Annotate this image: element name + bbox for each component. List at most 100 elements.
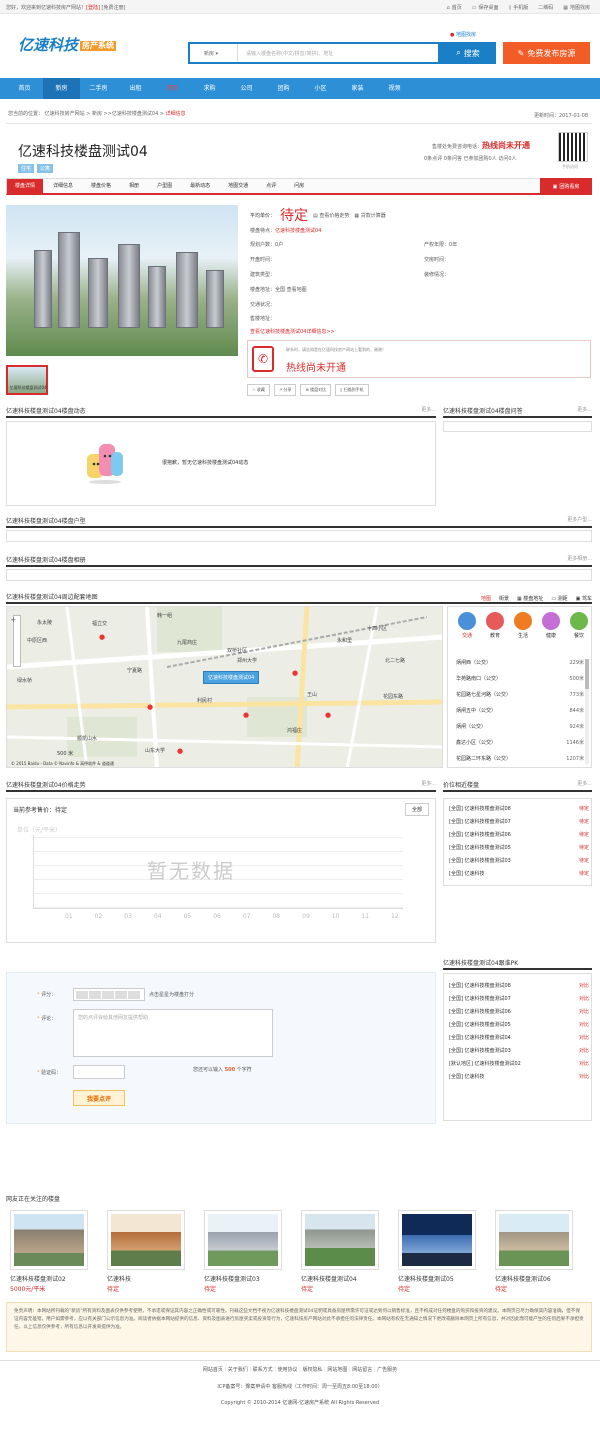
property-main-photo[interactable] [6,205,238,356]
footer-link[interactable]: 广告服务 [377,1367,397,1373]
streetview-tab[interactable]: 街景 [499,595,509,602]
nav-second-hand[interactable]: 二手房 [80,78,117,99]
tab-info[interactable]: 详细信息 [45,179,81,194]
bus-stop-item[interactable]: 炳闸五中（公交） 844米 [456,707,584,714]
footer-link[interactable]: 使用协议 [278,1367,298,1373]
nav-group-buy[interactable]: 团购 [265,78,302,99]
footer-link[interactable]: 网站首页 [203,1367,223,1373]
watch-card[interactable]: 亿速科技楼盘测试03 待定 [204,1210,282,1293]
list-item[interactable]: [全国] 亿速科技楼盘测试05 对比 [449,1021,589,1028]
poi-life[interactable]: 生活 [512,612,534,639]
save-desktop-link[interactable]: ▭ 保存桌面 [472,4,499,12]
map-canvas[interactable]: ✛ 福立交 永太陵 韩一组 中原区西 双桥社区 九尾商庄 绿水桥 永和里 北二七… [6,606,443,768]
list-item[interactable]: [全国] 亿速科技 对比 [449,1073,589,1080]
address-row[interactable]: 楼盘地址：全国 查看地图 [250,286,307,293]
poi-education[interactable]: 教育 [484,612,506,639]
map-pin-icon[interactable]: ● [325,711,331,719]
nav-news[interactable]: 资讯 [154,78,191,99]
list-item[interactable]: [全国] 亿速科技楼盘测试08 对比 [449,982,589,989]
more-link[interactable]: 更多... [421,406,436,413]
more-link[interactable]: 更多... [421,780,436,787]
nav-buy[interactable]: 求购 [191,78,228,99]
map-pin-icon[interactable]: ● [292,669,298,677]
share-button[interactable]: ↗ 分享 [273,384,297,396]
tab-album[interactable]: 相册 [121,179,147,194]
watch-card[interactable]: 亿速科技楼盘测试06 待定 [495,1210,573,1293]
footer-link[interactable]: 网站留言 [352,1367,372,1373]
home-link[interactable]: ⌂ 首页 [447,4,462,12]
tab-price[interactable]: 楼盘价格 [83,179,119,194]
map-pin-icon[interactable]: ● [99,633,105,641]
compare-button[interactable]: ⊕ 楼盘对比 [300,384,332,396]
mobile-link[interactable]: ▯ 手机版 [508,4,528,12]
more-album-link[interactable]: 更多相册... [567,555,592,562]
watch-card[interactable]: 亿速科技 待定 [107,1210,185,1293]
tab-detail[interactable]: 楼盘详情 [7,178,44,194]
list-item[interactable]: [全国] 亿速科技楼盘测试07 对比 [449,995,589,1002]
list-item[interactable]: [全国] 亿速科技楼盘测试08 待定 [449,805,589,812]
all-range-button[interactable]: 全部 [404,803,429,816]
footer-link[interactable]: 版权隐私 [302,1367,322,1373]
nav-rent[interactable]: 出租 [117,78,154,99]
map-find-header-link[interactable]: ● 地图找房 [450,31,476,38]
bus-stop-item[interactable]: 花园路七星河路（公交） 773米 [456,691,584,698]
search-type-select[interactable]: 新房 ▾ [190,44,238,62]
list-item[interactable]: [全国] 亿速科技楼盘测试06 对比 [449,1008,589,1015]
scrollbar[interactable] [585,659,589,764]
review-textarea[interactable]: 您的点评会给其他网友提供帮助 [73,1009,273,1057]
drive-tab[interactable]: ▣ 驾车 [576,595,592,602]
list-item[interactable]: [全国] 亿速科技楼盘测试05 待定 [449,844,589,851]
more-layout-link[interactable]: 更多户型... [567,516,592,523]
tab-layout[interactable]: 户型图 [149,179,180,194]
map-pin-icon[interactable]: ● [147,703,153,711]
scan-to-phone-button[interactable]: ▯ 扫描到手机 [335,384,369,396]
search-button[interactable]: ⌕ 搜索 [440,42,496,64]
more-link[interactable]: 更多... [577,406,592,413]
nav-company[interactable]: 公司 [228,78,265,99]
bus-stop-item[interactable]: 鑫达小区（公交） 1146米 [456,739,584,746]
map-find-link[interactable]: ▦ 地图找房 [563,4,590,12]
tab-map[interactable]: 地图交通 [220,179,256,194]
site-logo[interactable]: 亿速科技 房产系统 [18,34,117,55]
footer-link[interactable]: 关于我们 [228,1367,248,1373]
nav-decoration[interactable]: 家装 [339,78,376,99]
favorite-button[interactable]: ☆ 收藏 [247,384,270,396]
list-item[interactable]: [全国] 亿速科技楼盘测试07 待定 [449,818,589,825]
bus-stop-item[interactable]: 炳闸西（公交） 229米 [456,659,584,666]
pan-icon[interactable]: ✛ [11,617,16,624]
tab-news[interactable]: 最新动态 [182,179,218,194]
nav-new-house[interactable]: 新房 [43,78,80,99]
more-link[interactable]: 更多... [577,780,592,787]
login-link[interactable]: [登陆] [86,5,100,11]
map-pin-icon[interactable]: ● [177,747,183,755]
list-item[interactable]: [全国] 亿速科技 待定 [449,870,589,877]
publish-listing-button[interactable]: ✎ 免费发布房源 [503,42,590,64]
qrcode-link[interactable]: 二维码 [538,4,553,11]
group-visit-button[interactable]: ▣ 团购看房 [540,178,592,195]
list-item[interactable]: [全国] 亿速科技楼盘测试03 待定 [449,857,589,864]
property-map-marker[interactable]: 亿速科技楼盘测试04 [203,671,260,684]
measure-tab[interactable]: ▭ 测距 [551,595,567,602]
bus-stop-item[interactable]: 华苑路南口（公交） 500米 [456,675,584,682]
search-input[interactable]: 请输入楼盘名称(中文/拼音/简拼)、地址 [246,50,333,57]
address-tab[interactable]: ▦ 楼盘地址 [517,595,543,602]
watch-card[interactable]: 亿速科技楼盘测试04 待定 [301,1210,379,1293]
nav-video[interactable]: 视频 [376,78,413,99]
poi-health[interactable]: 健康 [540,612,562,639]
poi-transport[interactable]: 交通 [456,612,478,639]
nav-home[interactable]: 首页 [6,78,43,99]
list-item[interactable]: [默认地区] 亿速科技楼盘测试02 对比 [449,1060,589,1067]
list-item[interactable]: [全国] 亿速科技楼盘测试06 待定 [449,831,589,838]
view-details-link[interactable]: 查看亿速科技楼盘测试04详细信息>> [250,328,335,335]
list-item[interactable]: [全国] 亿速科技楼盘测试04 对比 [449,1034,589,1041]
price-trend-link[interactable]: ▤ 查看价格走势 [313,212,349,219]
register-link[interactable]: [免费注册] [102,5,126,11]
star-rating[interactable] [73,988,145,1001]
watch-card[interactable]: 亿速科技楼盘测试02 5000元/平米 [10,1210,88,1293]
map-tab[interactable]: 地图 [481,595,491,602]
captcha-input[interactable] [73,1065,125,1079]
submit-review-button[interactable]: 我要点评 [73,1090,125,1106]
loan-calculator-link[interactable]: ▦ 贷款计算器 [354,212,385,219]
watch-card[interactable]: 亿速科技楼盘测试05 待定 [398,1210,476,1293]
footer-link[interactable]: 联系方式 [253,1367,273,1373]
